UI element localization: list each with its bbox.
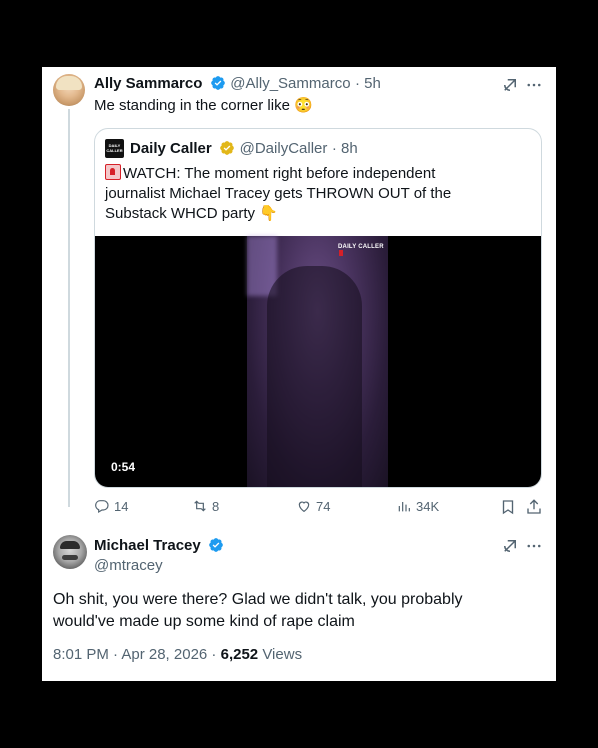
dailycaller-avatar: DAILY CALLER: [105, 139, 124, 158]
like-icon: [298, 501, 310, 513]
grok-icon[interactable]: [501, 537, 519, 555]
verified-badge-icon: [211, 76, 225, 90]
author-name[interactable]: Ally Sammarco: [94, 75, 202, 92]
views-button[interactable]: 34K: [396, 498, 439, 514]
tweet-card: Ally Sammarco @Ally_Sammarco · 5h Me sta…: [42, 67, 556, 681]
quoted-text-line-3: Substack WHCD party 👇: [105, 205, 278, 222]
reply-tweet-text: Oh shit, you were there? Glad we didn't …: [53, 589, 463, 633]
ally-avatar[interactable]: [53, 74, 85, 106]
parent-header: Ally Sammarco @Ally_Sammarco · 5h: [94, 75, 381, 93]
bookmark-icon[interactable]: [499, 498, 517, 516]
like-button[interactable]: 74: [296, 498, 330, 514]
views-icon: [398, 502, 410, 512]
video-watermark-text: DAILY CALLER: [338, 244, 384, 250]
more-icon[interactable]: [525, 537, 543, 555]
reply-timestamp[interactable]: 8:01 PM · Apr 28, 2026 ·: [53, 646, 216, 663]
michael-avatar[interactable]: [53, 535, 87, 569]
reply-button[interactable]: 14: [94, 498, 128, 514]
video-duration: 0:54: [111, 460, 136, 474]
more-icon[interactable]: [525, 76, 543, 94]
reply-text-line-2: would've made up some kind of rape claim: [53, 613, 355, 630]
parent-tweet-text: Me standing in the corner like 😳: [94, 97, 313, 114]
verified-gold-badge-icon: [220, 141, 235, 155]
reply-text-line-1: Oh shit, you were there? Glad we didn't …: [53, 591, 463, 608]
quoted-tweet[interactable]: DAILY CALLER Daily Caller @DailyCaller ·…: [94, 128, 542, 488]
quoted-text-line-2: journalist Michael Tracey gets THROWN OU…: [105, 185, 452, 202]
reply-count: 14: [114, 498, 129, 514]
thread-line: [68, 109, 70, 507]
quoted-author-name[interactable]: Daily Caller: [130, 140, 212, 157]
tweet-time[interactable]: · 5h: [355, 75, 381, 92]
repost-icon: [194, 500, 206, 512]
repost-count: 8: [212, 498, 220, 514]
siren-icon: [105, 164, 121, 180]
video-player[interactable]: DAILY CALLER 0:54: [95, 236, 541, 487]
quoted-tweet-text: WATCH: The moment right before independe…: [105, 164, 535, 224]
quoted-text-line-1: WATCH: The moment right before independe…: [123, 165, 436, 182]
grok-icon[interactable]: [501, 76, 519, 94]
reply-icon: [95, 500, 109, 514]
reply-header: Michael Tracey: [94, 537, 224, 555]
repost-button[interactable]: 8: [192, 498, 219, 514]
quoted-time[interactable]: · 8h: [332, 140, 358, 157]
quoted-header: Daily Caller @DailyCaller · 8h: [130, 140, 358, 158]
dailycaller-avatar-text: DAILY CALLER: [106, 143, 123, 153]
share-icon[interactable]: [525, 498, 543, 516]
video-figure: [267, 266, 362, 487]
like-count: 74: [316, 498, 331, 514]
author-handle[interactable]: @Ally_Sammarco: [230, 75, 350, 92]
reply-handle[interactable]: @mtracey: [94, 557, 163, 574]
reply-views-count: 6,252: [220, 646, 259, 663]
video-frame: DAILY CALLER: [247, 236, 388, 487]
views-count: 34K: [416, 498, 440, 514]
verified-badge-icon: [209, 538, 224, 552]
reply-views-label: Views: [262, 646, 303, 663]
quoted-handle[interactable]: @DailyCaller: [240, 140, 328, 157]
video-watermark: DAILY CALLER: [338, 244, 388, 257]
reply-author-name[interactable]: Michael Tracey: [94, 537, 201, 554]
reply-meta: 8:01 PM · Apr 28, 2026 · 6,252 Views: [53, 646, 302, 663]
